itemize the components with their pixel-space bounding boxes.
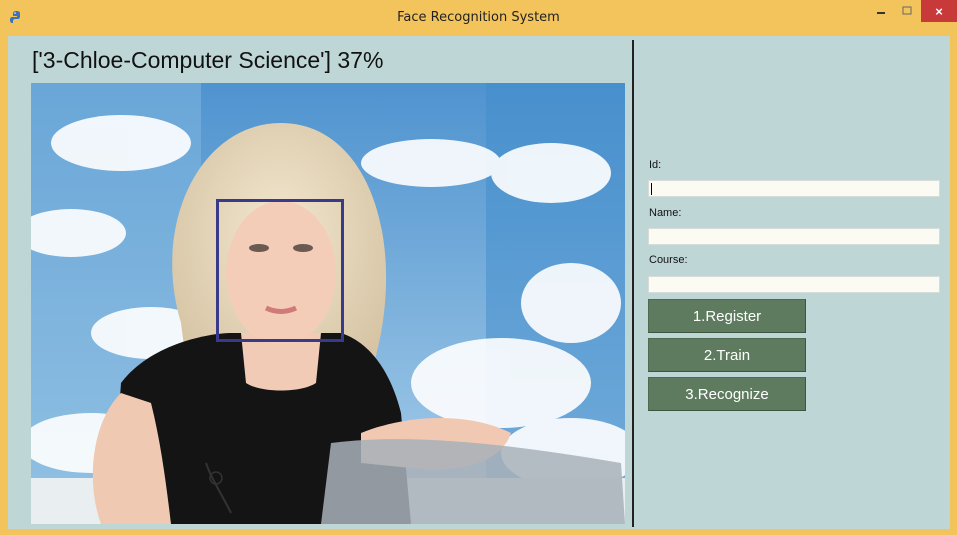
app-window: Face Recognition System × ['3-Chloe-Comp… <box>0 0 957 535</box>
face-detection-box <box>216 199 344 342</box>
camera-frame <box>31 83 625 524</box>
text-caret <box>651 183 652 195</box>
minimize-icon <box>877 12 885 14</box>
course-label: Course: <box>649 254 688 266</box>
id-label: Id: <box>649 159 662 171</box>
maximize-button[interactable] <box>894 0 920 22</box>
title-bar[interactable]: Face Recognition System × <box>0 0 957 36</box>
course-field[interactable] <box>648 276 940 293</box>
id-field[interactable] <box>648 180 940 197</box>
close-icon: × <box>935 3 943 19</box>
name-label: Name: <box>649 207 682 219</box>
close-button[interactable]: × <box>921 0 957 22</box>
panel-divider <box>632 40 634 527</box>
name-field[interactable] <box>648 228 940 245</box>
train-button[interactable]: 2.Train <box>648 338 806 372</box>
maximize-icon <box>902 6 912 15</box>
recognize-button[interactable]: 3.Recognize <box>648 377 806 411</box>
register-button[interactable]: 1.Register <box>648 299 806 333</box>
recognition-result: ['3-Chloe-Computer Science'] 37% <box>32 47 384 73</box>
window-title: Face Recognition System <box>397 10 560 25</box>
minimize-button[interactable] <box>868 0 894 22</box>
